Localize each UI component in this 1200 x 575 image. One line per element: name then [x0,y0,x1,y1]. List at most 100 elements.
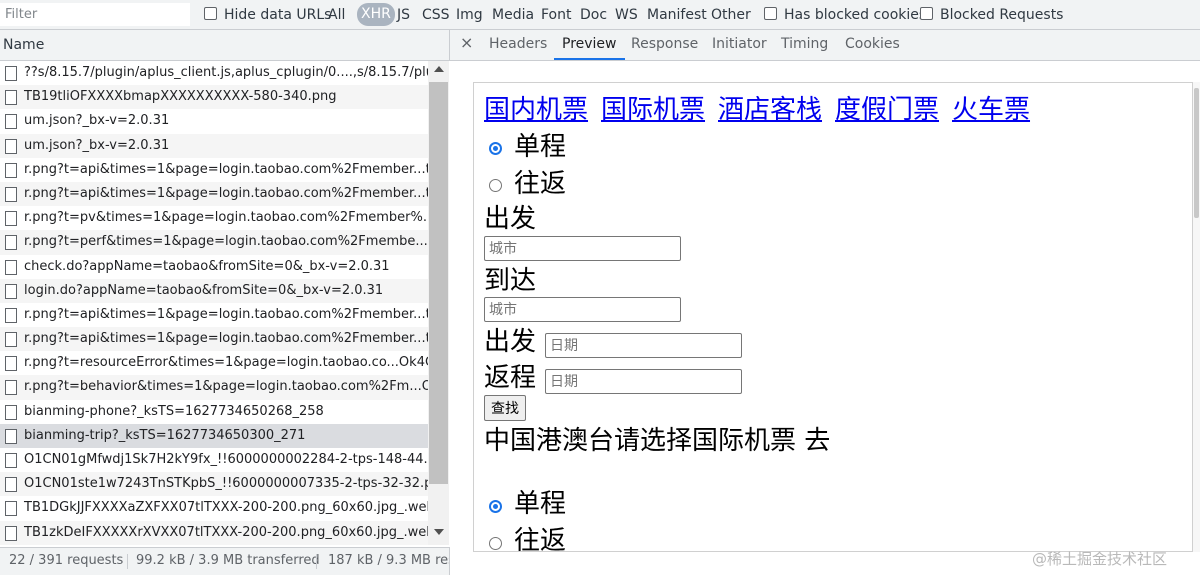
link-vacation-tickets[interactable]: 度假门票 [835,95,939,125]
file-icon [5,525,17,541]
request-name: r.png?t=api&times=1&page=login.taobao.co… [24,331,428,347]
tab-initiator[interactable]: Initiator [712,30,767,60]
type-filter-js[interactable]: JS [397,6,410,24]
request-name: O1CN01gMfwdj1Sk7H2kY9fx_!!6000000002284-… [24,452,428,467]
return-date-label: 返程 [484,363,537,393]
request-name: TB1zkDeIFXXXXXrXVXX07tlTXXX-200-200.png_… [24,524,428,540]
has-blocked-cookies-checkbox[interactable] [764,7,777,20]
request-row[interactable]: O1CN01ste1w7243TnSTKpbS_!!6000000007335-… [0,472,428,497]
file-icon [5,186,17,202]
request-row[interactable]: r.png?t=resourceError&times=1&page=login… [0,351,428,375]
file-icon [5,90,17,106]
round-trip-radio-2[interactable] [489,537,502,550]
request-row[interactable]: um.json?_bx-v=2.0.31 [0,133,428,158]
request-row[interactable]: r.png?t=api&times=1&page=login.taobao.co… [0,181,428,207]
type-filter-manifest[interactable]: Manifest [647,6,707,24]
request-row[interactable]: r.png?t=perf&times=1&page=login.taobao.c… [0,230,428,255]
one-way-radio-2[interactable] [489,500,502,513]
type-filter-doc[interactable]: Doc [580,6,607,24]
request-row[interactable]: um.json?_bx-v=2.0.31 [0,109,428,133]
request-row[interactable]: TB1zkDeIFXXXXXrXVXX07tlTXXX-200-200.png_… [0,520,428,545]
one-way-radio[interactable] [489,142,502,155]
request-row[interactable]: r.png?t=api&times=1&page=login.taobao.co… [0,327,428,352]
preview-scroll-thumb[interactable] [1194,88,1199,218]
type-filter-ws[interactable]: WS [615,6,638,24]
type-filter-other[interactable]: Other [711,6,751,24]
request-name: um.json?_bx-v=2.0.31 [24,137,170,153]
status-divider [316,554,317,569]
file-icon [5,235,17,251]
tab-preview[interactable]: Preview [554,30,625,60]
file-icon [5,380,17,396]
tab-response[interactable]: Response [631,30,698,60]
request-row[interactable]: TB1DGkJJFXXXXaZXFXX07tlTXXX-200-200.png_… [0,496,428,520]
request-count: 22 / 391 requests [9,553,124,568]
type-filter-xhr[interactable]: XHR [357,3,395,26]
status-divider [127,554,128,569]
depart-city-input[interactable] [484,236,681,261]
type-filter-css[interactable]: CSS [422,6,450,24]
hide-data-urls-checkbox[interactable] [204,7,217,20]
arrive-city-input[interactable] [484,297,681,322]
request-name: um.json?_bx-v=2.0.31 [24,113,170,129]
request-name: r.png?t=api&times=1&page=login.taobao.co… [24,306,428,322]
status-bar: 22 / 391 requests 99.2 kB / 3.9 MB trans… [0,547,450,575]
request-row[interactable]: r.png?t=api&times=1&page=login.taobao.co… [0,158,428,182]
request-row[interactable]: login.do?appName=taobao&fromSite=0&_bx-v… [0,278,428,303]
blocked-requests-label[interactable]: Blocked Requests [940,6,1063,24]
file-icon [5,283,17,299]
request-row[interactable]: r.png?t=pv&times=1&page=login.taobao.com… [0,206,428,230]
request-name: r.png?t=api&times=1&page=login.taobao.co… [24,185,428,201]
request-row[interactable]: r.png?t=api&times=1&page=login.taobao.co… [0,303,428,327]
notice-text: 中国港澳台请选择国际机票 去 [484,426,831,456]
filter-toolbar: Hide data URLs All XHR JS CSS Img Media … [0,0,1200,30]
tab-timing[interactable]: Timing [781,30,828,60]
name-column-header[interactable]: Name [0,30,450,61]
scroll-down-arrow-icon[interactable] [434,529,444,535]
blocked-requests-checkbox[interactable] [920,7,933,20]
resources-size: 187 kB / 9.3 MB resources [328,553,449,568]
request-name: bianming-trip?_ksTS=1627734650300_271 [24,427,306,443]
scroll-up-arrow-icon[interactable] [434,66,444,72]
request-row-selected[interactable]: bianming-trip?_ksTS=1627734650300_271 [0,423,428,448]
filter-input[interactable] [0,3,190,26]
request-name: r.png?t=resourceError&times=1&page=login… [24,355,428,371]
round-trip-radio[interactable] [489,179,502,192]
request-name: ??s/8.15.7/plugin/aplus_client.js,aplus_… [24,65,428,80]
request-row[interactable]: r.png?t=behavior&times=1&page=login.taob… [0,375,428,400]
file-icon [5,138,17,154]
link-domestic-flights[interactable]: 国内机票 [484,95,588,125]
request-row[interactable]: bianming-phone?_ksTS=1627734650268_258 [0,400,428,424]
type-filter-all[interactable]: All [328,6,345,24]
link-hotels[interactable]: 酒店客栈 [718,95,822,125]
link-international-flights[interactable]: 国际机票 [601,95,705,125]
watermark: @稀土掘金技术社区 [1032,550,1168,568]
file-icon [5,428,17,444]
request-row[interactable]: O1CN01gMfwdj1Sk7H2kY9fx_!!6000000002284-… [0,448,428,472]
type-filter-img[interactable]: Img [456,6,483,24]
one-way-label: 单程 [514,132,567,162]
depart-date-label: 出发 [484,327,537,357]
close-icon[interactable]: × [460,33,473,53]
depart-date-input[interactable] [545,333,742,358]
type-filter-font[interactable]: Font [541,6,571,24]
tab-headers[interactable]: Headers [489,30,547,60]
file-icon [5,501,17,517]
preview-page: 国内机票 国际机票 酒店客栈 度假门票 火车票 单程 往返 出发 到达 出发 返… [473,82,1193,552]
search-button[interactable]: 查找 [484,395,526,421]
return-date-input[interactable] [545,369,742,394]
link-train-tickets[interactable]: 火车票 [952,95,1030,125]
request-row[interactable]: ??s/8.15.7/plugin/aplus_client.js,aplus_… [0,61,428,85]
file-icon [5,66,17,81]
file-icon [5,404,17,420]
tab-cookies[interactable]: Cookies [845,30,900,60]
type-filter-media[interactable]: Media [492,6,534,24]
has-blocked-cookies-label[interactable]: Has blocked cookies [784,6,926,24]
request-list-scroll-thumb[interactable] [429,82,448,484]
request-row[interactable]: TB19tliOFXXXXbmapXXXXXXXXXX-580-340.png [0,85,428,110]
detail-tab-bar: Headers Preview Response Initiator Timin… [450,30,1200,61]
request-row[interactable]: check.do?appName=taobao&fromSite=0&_bx-v… [0,255,428,279]
request-name: r.png?t=perf&times=1&page=login.taobao.c… [24,234,428,250]
hide-data-urls-label[interactable]: Hide data URLs [224,6,331,24]
round-trip-label: 往返 [514,169,567,199]
